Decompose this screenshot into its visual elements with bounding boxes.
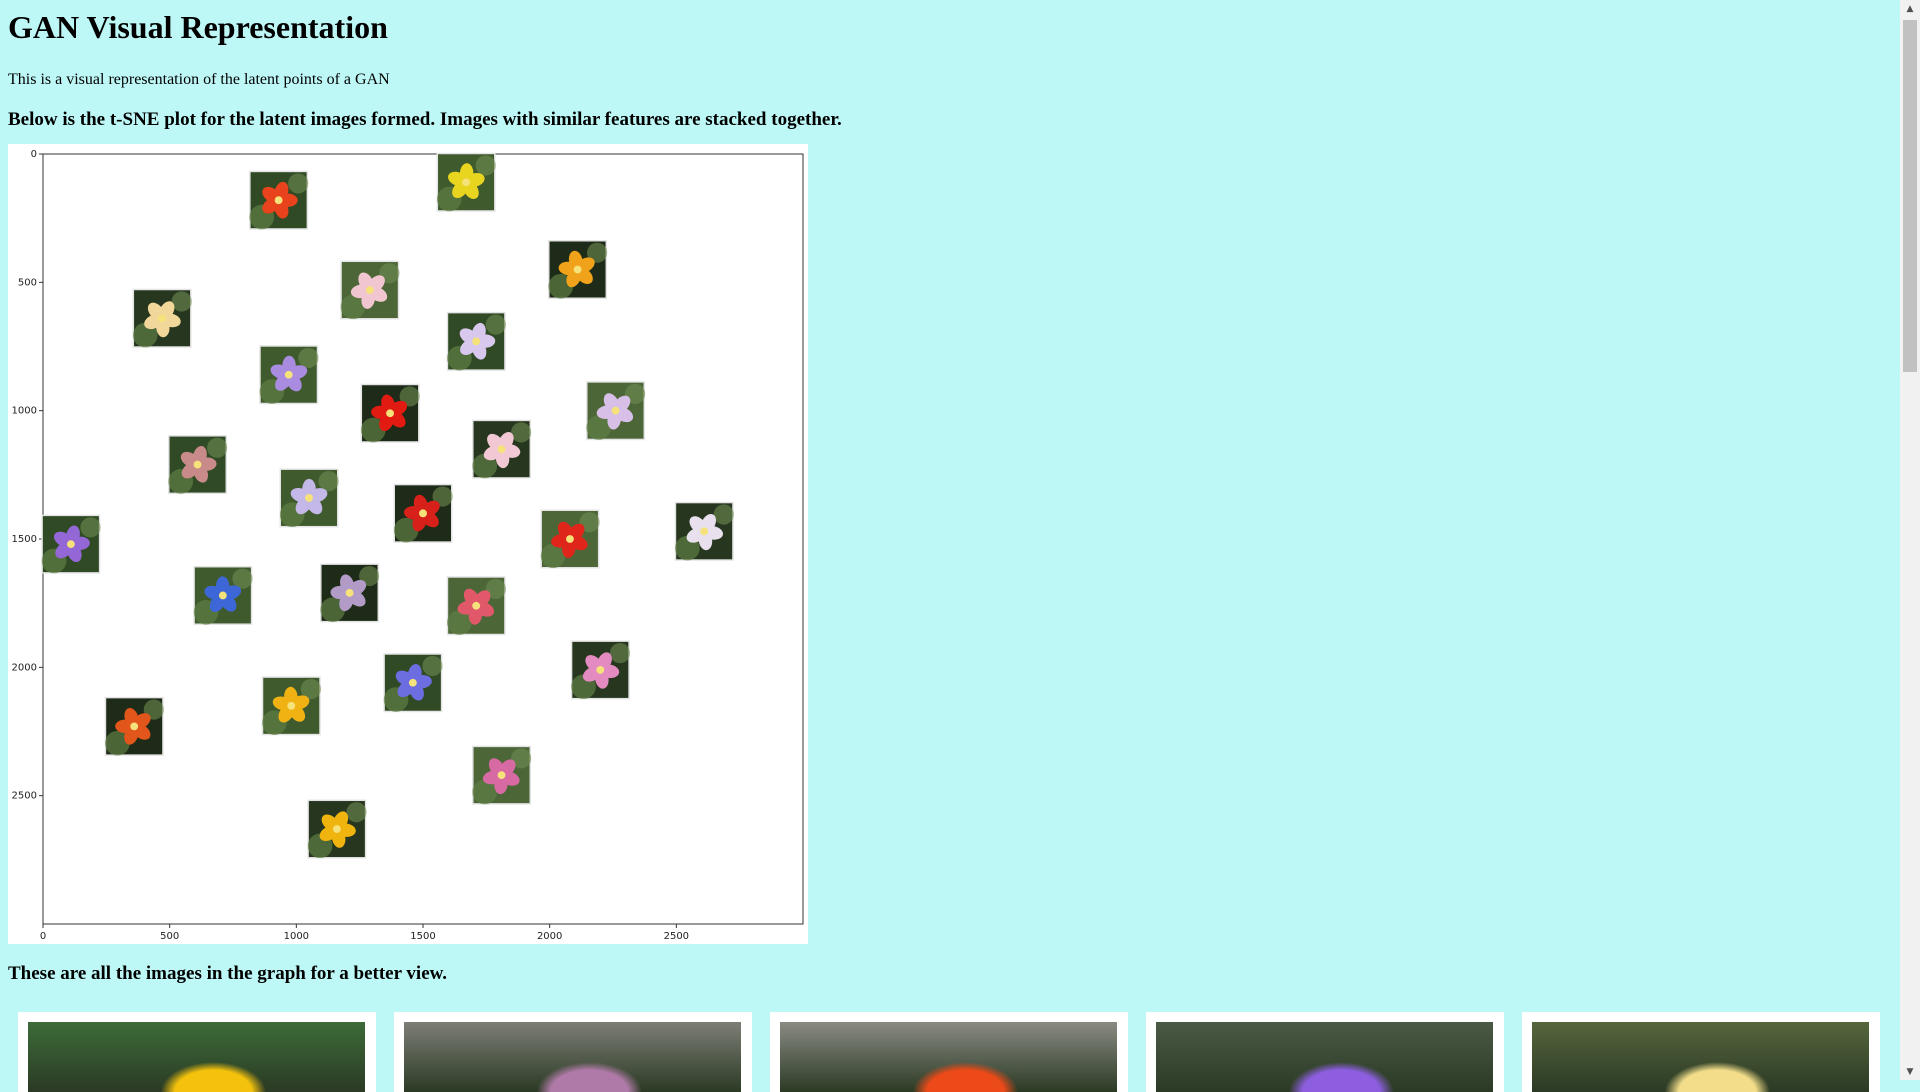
scroll-up-icon[interactable]: ▲ [1900, 0, 1920, 17]
gallery-flower-image [28, 1022, 365, 1092]
x-tick-label: 1500 [410, 931, 435, 942]
scrollbar-thumb[interactable] [1903, 20, 1917, 372]
flower-thumbnail-point [259, 345, 319, 405]
x-tick-label: 500 [160, 931, 179, 942]
flower-thumbnail-point [436, 152, 496, 212]
y-tick-label: 1500 [12, 534, 37, 545]
flower-thumbnail-point [279, 468, 339, 528]
y-tick-label: 2000 [12, 662, 37, 673]
flower-thumbnail-point [307, 799, 367, 859]
flower-thumbnail-point [586, 381, 646, 441]
flower-thumbnail-point [249, 170, 309, 230]
tsne-plot-svg: 0 500 1000 1500 2000 2500 0 500 1000 1500 2000 2500 [12, 149, 804, 942]
flower-thumbnail-point [674, 501, 734, 561]
flower-thumbnail-point [446, 311, 506, 371]
y-tick-label: 0 [31, 149, 37, 160]
x-tick-label: 1000 [284, 931, 309, 942]
flower-thumbnail-point [540, 509, 600, 569]
y-tick-label: 500 [18, 277, 37, 288]
vertical-scrollbar[interactable]: ▲ ▼ [1900, 0, 1920, 1080]
flower-thumbnail-point [168, 435, 228, 495]
x-tick-label: 2000 [537, 931, 562, 942]
flower-thumbnail-point [41, 514, 101, 574]
flower-thumbnail-point [446, 576, 506, 636]
flower-thumbnail-point [193, 565, 253, 625]
gallery-card [770, 1012, 1128, 1092]
x-tick-label: 0 [40, 931, 46, 942]
y-tick-label: 2500 [12, 791, 37, 802]
flower-thumbnail-point [472, 419, 532, 479]
intro-text: This is a visual representation of the l… [8, 71, 390, 88]
plot-heading: Below is the t-SNE plot for the latent i… [8, 109, 842, 130]
gallery-flower-image [1532, 1022, 1869, 1092]
gallery-heading: These are all the images in the graph fo… [8, 963, 448, 984]
gallery-card [1146, 1012, 1504, 1092]
gallery-card [1522, 1012, 1880, 1092]
flower-thumbnail-point [320, 563, 380, 623]
gallery-flower-image [780, 1022, 1117, 1092]
flower-thumbnail-point [570, 640, 631, 700]
gallery-flower-image [404, 1022, 741, 1092]
flower-thumbnail-point [383, 653, 443, 713]
tsne-plot: 0 500 1000 1500 2000 2500 0 500 1000 1500 2000 2500 [8, 144, 808, 944]
image-gallery [18, 1012, 1882, 1092]
page-content: GAN Visual Representation This is a visu… [8, 0, 1888, 132]
flower-thumbnail-point [548, 240, 608, 299]
flower-thumbnail-point [393, 483, 453, 543]
flower-thumbnail-point [360, 383, 420, 443]
gallery-card [394, 1012, 752, 1092]
flower-thumbnail-point [261, 676, 321, 736]
flower-thumbnail-point [132, 288, 192, 348]
gallery-flower-image [1156, 1022, 1493, 1092]
page-title: GAN Visual Representation [8, 9, 388, 45]
flower-thumbnail-point [472, 745, 532, 805]
scroll-down-icon[interactable]: ▼ [1900, 1063, 1920, 1080]
x-tick-label: 2500 [664, 931, 689, 942]
flower-thumbnail-point [104, 696, 164, 756]
gallery-card [18, 1012, 376, 1092]
flower-thumbnail-point [340, 260, 400, 320]
y-tick-label: 1000 [12, 406, 37, 417]
